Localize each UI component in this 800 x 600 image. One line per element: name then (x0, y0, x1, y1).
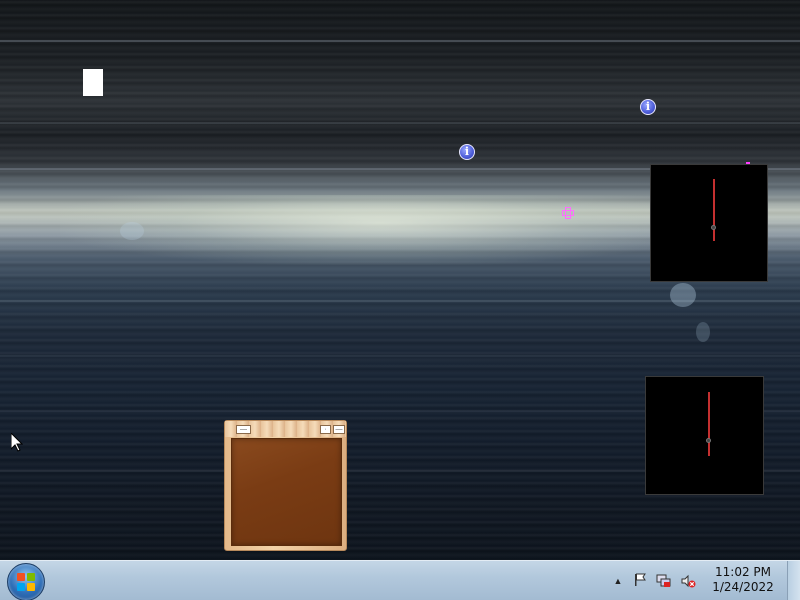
wallpaper-streak (0, 355, 800, 357)
clock-gadget-bottom[interactable] (645, 376, 764, 495)
clock-hand (713, 179, 715, 241)
clock-date: 1/24/2022 (712, 580, 774, 594)
wallpaper-streak (0, 122, 800, 124)
white-block[interactable] (83, 69, 103, 96)
wallpaper-glow (60, 195, 700, 265)
start-button[interactable] (7, 563, 45, 600)
action-center-flag-icon[interactable] (632, 573, 648, 589)
wallpaper-light-blip (696, 322, 710, 342)
mouse-cursor-icon (11, 433, 23, 452)
wallpaper-light-blip (670, 283, 696, 307)
wallpaper-streak (0, 40, 800, 42)
taskbar: ▲ 11:02 PM 1/24/2022 (0, 560, 800, 600)
system-tray: ▲ 11:02 PM 1/24/2022 (610, 561, 800, 600)
windows-logo-icon (17, 573, 35, 591)
info-icon[interactable]: i (640, 99, 656, 115)
gadget-note-panel[interactable] (231, 438, 342, 546)
clock-hand (708, 392, 710, 456)
gadget-options-button[interactable]: · (320, 425, 331, 434)
show-hidden-icons-arrow-icon[interactable]: ▲ (610, 573, 626, 589)
network-icon[interactable] (656, 573, 672, 589)
clock-pin (706, 438, 711, 443)
volume-muted-icon[interactable] (680, 573, 696, 589)
desktop[interactable]: i i — · — (0, 0, 800, 560)
show-desktop-button[interactable] (787, 561, 800, 600)
clock-gadget-top[interactable] (650, 164, 768, 282)
clock-time: 11:02 PM (715, 565, 771, 579)
taskbar-clock[interactable]: 11:02 PM 1/24/2022 (708, 565, 778, 595)
gadget-close-button[interactable]: — (333, 425, 345, 434)
gadget-minimize-button[interactable]: — (236, 425, 251, 434)
clock-pin (711, 225, 716, 230)
info-icon[interactable]: i (459, 144, 475, 160)
wallpaper-light-blip (120, 222, 144, 240)
wood-notes-gadget[interactable]: — · — (224, 420, 347, 551)
plus-marker-icon (562, 207, 574, 219)
